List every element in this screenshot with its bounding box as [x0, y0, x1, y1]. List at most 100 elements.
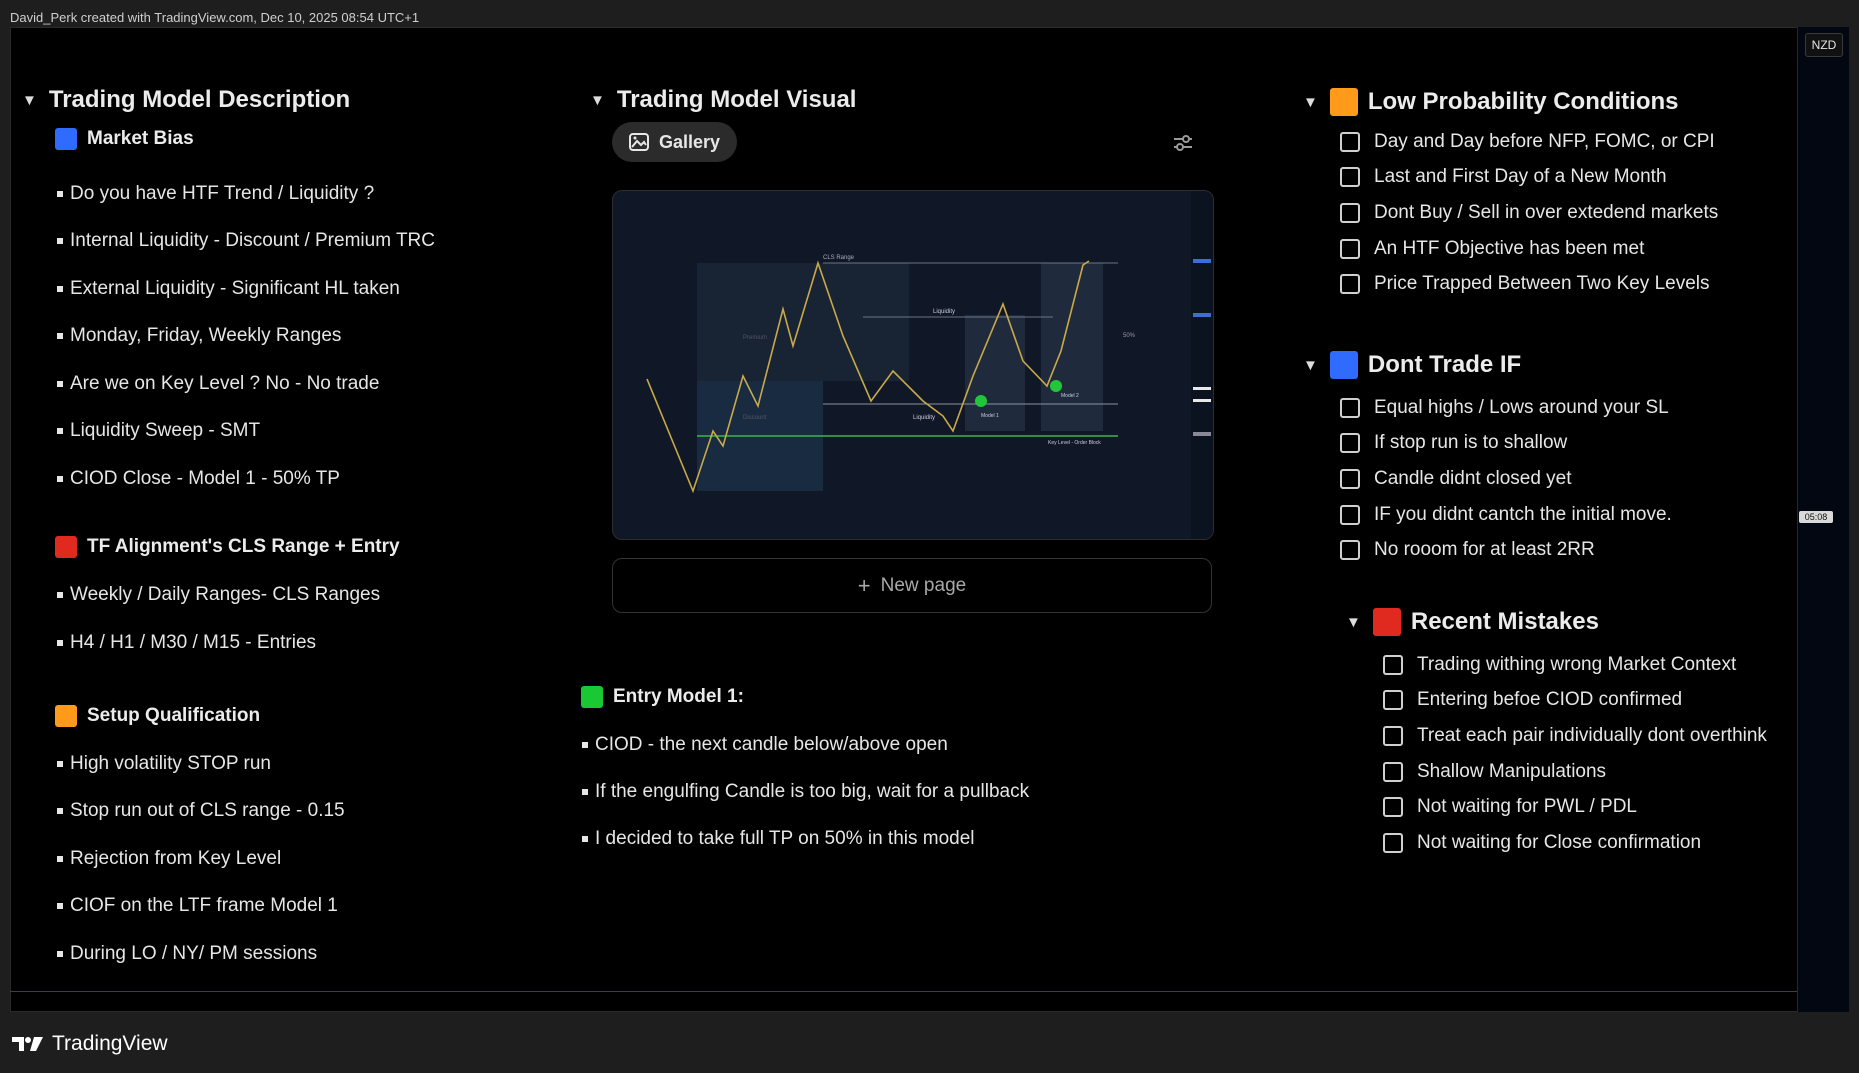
checklist-item-label: Equal highs / Lows around your SL — [1374, 396, 1669, 418]
checklist-item[interactable]: Candle didnt closed yet — [1340, 461, 1672, 497]
low-probability-checklist: Day and Day before NFP, FOMC, or CPI Las… — [1340, 124, 1718, 302]
checkbox[interactable] — [1383, 761, 1403, 782]
checkbox[interactable] — [1383, 690, 1403, 711]
orange-square-icon — [55, 705, 77, 727]
checkbox[interactable] — [1340, 397, 1360, 418]
checkbox[interactable] — [1383, 832, 1403, 853]
checklist-item[interactable]: Equal highs / Lows around your SL — [1340, 390, 1672, 426]
view-settings-icon[interactable] — [1172, 134, 1194, 152]
chart-label-50-percent: 50% — [1123, 333, 1136, 339]
checklist-item[interactable]: No rooom for at least 2RR — [1340, 532, 1672, 568]
chart-label-discount: Discount — [743, 415, 767, 421]
checklist-item[interactable]: Not waiting for PWL / PDL — [1383, 789, 1767, 825]
checkbox[interactable] — [1340, 540, 1360, 561]
gallery-view-button[interactable]: Gallery — [612, 122, 737, 162]
checklist-item[interactable]: Treat each pair individually dont overth… — [1383, 718, 1767, 754]
collapse-caret-icon[interactable]: ▼ — [1303, 94, 1318, 111]
checklist-item[interactable]: Price Trapped Between Two Key Levels — [1340, 266, 1718, 302]
blue-square-icon — [1329, 351, 1358, 379]
collapse-caret-icon[interactable]: ▼ — [1303, 357, 1318, 374]
checklist-item-label: Not waiting for PWL / PDL — [1417, 796, 1637, 818]
collapse-caret-icon[interactable]: ▼ — [1346, 614, 1361, 631]
tf-alignment-list: Weekly / Daily Ranges- CLS Ranges H4 / H… — [57, 571, 380, 667]
visual-title: Trading Model Visual — [616, 86, 857, 113]
checklist-item-label: Treat each pair individually dont overth… — [1417, 724, 1767, 746]
checkbox[interactable] — [1340, 167, 1360, 188]
dont-trade-heading[interactable]: ▼ Dont Trade IF — [1303, 351, 1521, 379]
checklist-item[interactable]: Last and First Day of a New Month — [1340, 160, 1718, 196]
blue-square-icon — [55, 128, 77, 150]
recent-mistakes-title: Recent Mistakes — [1410, 608, 1599, 635]
list-item: CIOF on the LTF frame Model 1 — [57, 883, 345, 931]
list-item: Monday, Friday, Weekly Ranges — [57, 313, 435, 361]
time-tag: 05:08 — [1799, 511, 1833, 523]
chart-label-liquidity-bottom: Liquidity — [913, 415, 935, 421]
recent-mistakes-heading[interactable]: ▼ Recent Mistakes — [1346, 608, 1599, 636]
tf-alignment-heading: TF Alignment's CLS Range + Entry — [55, 536, 400, 558]
red-square-icon — [1372, 608, 1401, 636]
chart-label-premium: Premium — [743, 335, 767, 341]
list-item: High volatility STOP run — [57, 740, 345, 788]
visual-heading[interactable]: ▼ Trading Model Visual — [590, 86, 856, 114]
list-item: Do you have HTF Trend / Liquidity ? — [57, 170, 435, 218]
currency-label[interactable]: NZD — [1805, 33, 1843, 57]
collapse-caret-icon[interactable]: ▼ — [590, 92, 605, 109]
checklist-item-label: Shallow Manipulations — [1417, 760, 1607, 782]
gallery-card[interactable]: CLS Range Liquidity Liquidity Premium Di… — [612, 190, 1214, 540]
brand-label: TradingView — [52, 1032, 168, 1055]
description-heading[interactable]: ▼ Trading Model Description — [22, 86, 350, 114]
checkbox[interactable] — [1340, 433, 1360, 454]
entry-model-heading: Entry Model 1: — [581, 686, 744, 708]
checklist-item[interactable]: Not waiting for Close confirmation — [1383, 825, 1767, 861]
market-bias-heading: Market Bias — [55, 128, 194, 150]
checklist-item[interactable]: Trading withing wrong Market Context — [1383, 647, 1767, 683]
gallery-label: Gallery — [658, 131, 721, 152]
time-axis-divider — [10, 991, 1797, 992]
checkbox[interactable] — [1340, 202, 1360, 223]
checklist-item-label: No rooom for at least 2RR — [1374, 539, 1595, 561]
checkbox[interactable] — [1340, 238, 1360, 259]
tradingview-logo-icon — [12, 1037, 43, 1051]
checklist-item-label: An HTF Objective has been met — [1374, 237, 1645, 259]
list-item: Liquidity Sweep - SMT — [57, 408, 435, 456]
checklist-item-label: Entering befoe CIOD confirmed — [1417, 689, 1683, 711]
trading-model-chart-thumbnail: CLS Range Liquidity Liquidity Premium Di… — [613, 191, 1213, 539]
green-square-icon — [581, 686, 603, 708]
red-square-icon — [55, 536, 77, 558]
chart-credit: David_Perk created with TradingView.com,… — [10, 10, 420, 25]
checkbox[interactable] — [1340, 274, 1360, 295]
checklist-item[interactable]: Dont Buy / Sell in over extedend markets — [1340, 195, 1718, 231]
list-item: Internal Liquidity - Discount / Premium … — [57, 218, 435, 266]
checkbox[interactable] — [1340, 468, 1360, 489]
orange-square-icon — [1329, 88, 1358, 116]
checklist-item[interactable]: If stop run is to shallow — [1340, 426, 1672, 462]
checkbox[interactable] — [1383, 725, 1403, 746]
checklist-item-label: Candle didnt closed yet — [1374, 467, 1572, 489]
checklist-item-label: Dont Buy / Sell in over extedend markets — [1374, 201, 1719, 223]
list-item: CIOD Close - Model 1 - 50% TP — [57, 455, 435, 503]
low-probability-title: Low Probability Conditions — [1367, 88, 1679, 115]
entry-model-label: Entry Model 1: — [613, 686, 744, 707]
checkbox[interactable] — [1383, 797, 1403, 818]
checkbox[interactable] — [1340, 131, 1360, 152]
plus-icon: + — [857, 572, 871, 598]
recent-mistakes-checklist: Trading withing wrong Market Context Ent… — [1383, 647, 1767, 861]
checkbox[interactable] — [1340, 504, 1360, 525]
chart-label-model-2: Model 2 — [1061, 393, 1079, 399]
low-probability-heading[interactable]: ▼ Low Probability Conditions — [1303, 88, 1679, 116]
list-item: Are we on Key Level ? No - No trade — [57, 360, 435, 408]
checklist-item[interactable]: An HTF Objective has been met — [1340, 231, 1718, 267]
dont-trade-checklist: Equal highs / Lows around your SL If sto… — [1340, 390, 1672, 568]
chart-label-key-level: Key Level - Order Block — [1048, 440, 1101, 446]
tradingview-brand[interactable]: TradingView — [12, 1032, 168, 1056]
checklist-item[interactable]: Shallow Manipulations — [1383, 754, 1767, 790]
checklist-item-label: Not waiting for Close confirmation — [1417, 831, 1702, 853]
checklist-item[interactable]: Entering befoe CIOD confirmed — [1383, 683, 1767, 719]
collapse-caret-icon[interactable]: ▼ — [22, 92, 37, 109]
checkbox[interactable] — [1383, 654, 1403, 675]
new-page-button[interactable]: + New page — [612, 558, 1212, 613]
checklist-item[interactable]: IF you didnt cantch the initial move. — [1340, 497, 1672, 533]
gallery-icon — [628, 133, 649, 151]
checklist-item[interactable]: Day and Day before NFP, FOMC, or CPI — [1340, 124, 1718, 160]
list-item: Stop run out of CLS range - 0.15 — [57, 788, 345, 836]
